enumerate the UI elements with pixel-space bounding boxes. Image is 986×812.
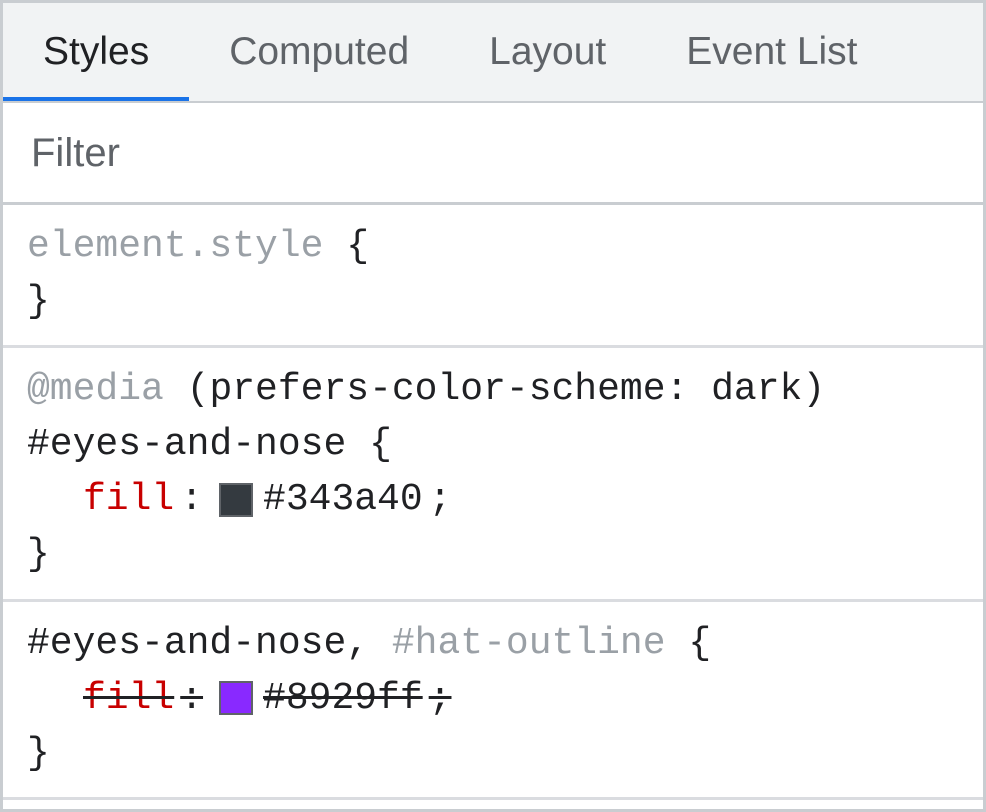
open-brace-char: { bbox=[346, 225, 369, 268]
rule-selector-unmatched[interactable]: #hat-outline bbox=[392, 622, 666, 665]
media-condition[interactable]: (prefers-color-scheme: dark) bbox=[187, 368, 826, 411]
property-name[interactable]: fill bbox=[83, 671, 174, 726]
rule-media-dark[interactable]: @media (prefers-color-scheme: dark) #eye… bbox=[3, 348, 983, 601]
rule-selector-line: element.style { bbox=[27, 219, 959, 274]
media-keyword[interactable]: @media bbox=[27, 368, 164, 411]
color-swatch-icon[interactable] bbox=[219, 681, 253, 715]
rule-selector-line: #eyes-and-nose, #hat-outline { bbox=[27, 616, 959, 671]
filter-bar bbox=[3, 103, 983, 205]
rules-list: element.style { } @media (prefers-color-… bbox=[3, 205, 983, 809]
close-brace: } bbox=[27, 726, 959, 781]
tab-layout[interactable]: Layout bbox=[449, 3, 646, 101]
colon: : bbox=[180, 671, 203, 726]
rule-combined[interactable]: #eyes-and-nose, #hat-outline { fill: #89… bbox=[3, 602, 983, 800]
rule-element-style[interactable]: element.style { } bbox=[3, 205, 983, 348]
semicolon: ; bbox=[429, 671, 452, 726]
property-value[interactable]: #343a40 bbox=[263, 472, 423, 527]
styles-panel: Styles Computed Layout Event List elemen… bbox=[0, 0, 986, 812]
semicolon: ; bbox=[429, 472, 452, 527]
close-brace: } bbox=[27, 527, 959, 582]
tab-styles[interactable]: Styles bbox=[3, 3, 189, 101]
open-brace: { bbox=[688, 622, 711, 665]
selector-separator: , bbox=[346, 622, 392, 665]
rule-selector[interactable]: #eyes-and-nose bbox=[27, 423, 346, 466]
rule-selector[interactable]: element.style bbox=[27, 225, 323, 268]
media-line: @media (prefers-color-scheme: dark) bbox=[27, 362, 959, 417]
filter-input[interactable] bbox=[3, 113, 983, 194]
color-swatch-icon[interactable] bbox=[219, 483, 253, 517]
tab-event-listeners[interactable]: Event List bbox=[646, 3, 897, 101]
declaration-overridden[interactable]: fill: #8929ff; bbox=[27, 671, 959, 726]
tab-computed[interactable]: Computed bbox=[189, 3, 449, 101]
property-name[interactable]: fill bbox=[83, 472, 174, 527]
declaration[interactable]: fill: #343a40; bbox=[27, 472, 959, 527]
colon: : bbox=[180, 472, 203, 527]
tab-bar: Styles Computed Layout Event List bbox=[3, 3, 983, 103]
close-brace: } bbox=[27, 274, 959, 329]
rule-selector-matched[interactable]: #eyes-and-nose bbox=[27, 622, 346, 665]
open-brace: { bbox=[369, 423, 392, 466]
property-value[interactable]: #8929ff bbox=[263, 671, 423, 726]
rule-selector-line: #eyes-and-nose { bbox=[27, 417, 959, 472]
